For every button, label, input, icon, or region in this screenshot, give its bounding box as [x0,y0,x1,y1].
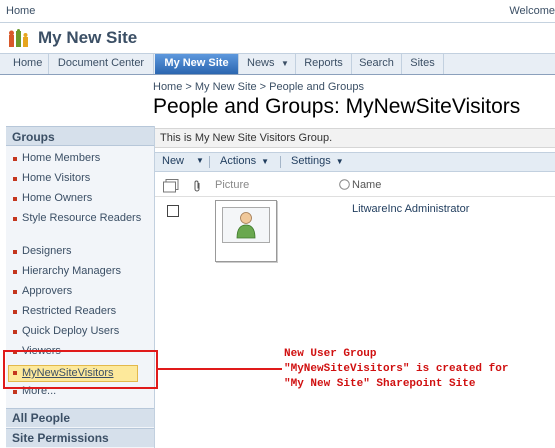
column-name[interactable]: Name [352,179,381,191]
user-name-link[interactable]: LitwareInc Administrator [352,203,469,215]
tab-sites[interactable]: Sites [402,54,444,74]
bullet-icon [13,197,17,201]
new-label: New [162,155,185,167]
tab-label: Search [359,57,394,69]
chevron-down-icon: ▼ [261,157,269,166]
ql-groups-header[interactable]: Groups [6,126,154,146]
tab-label: News [247,57,275,69]
tab-label: Document Center [57,57,145,69]
bullet-icon [13,157,17,161]
site-logo-icon [9,29,28,47]
bullet-icon [13,217,17,221]
ql-groups-title: Groups [12,130,55,144]
tab-label: Sites [410,57,435,69]
top-navigation: Home Document Center My New Site News ▼ R… [0,53,555,75]
annotation-line: "MyNewSiteVisitors" is created for [284,363,509,375]
top-bar: Home Welcome [0,0,555,23]
select-all-icon[interactable] [163,179,179,193]
new-menu-button[interactable]: New ▼ [162,155,204,167]
ql-item-label: Home Members [22,152,101,164]
ql-site-permissions[interactable]: Site Permissions [6,428,154,447]
tab-label: My New Site [164,57,229,69]
top-home-link[interactable]: Home [6,5,35,17]
bullet-icon [13,270,17,274]
ql-item-label: Restricted Readers [22,305,117,317]
actions-label: Actions [220,155,257,167]
bullet-icon [13,310,17,314]
user-placeholder-frame [222,207,270,243]
toolbar-divider [280,156,281,168]
annotation-text: New User Group "MyNewSiteVisitors" is cr… [284,347,508,392]
table-row: LitwareInc Administrator [153,200,555,264]
column-picture[interactable]: Picture [215,179,249,191]
annotation-line: New User Group [284,348,377,360]
ql-item-label: Quick Deploy Users [22,325,120,337]
tab-news[interactable]: News ▼ [239,54,296,74]
tab-label: Home [13,57,43,69]
sort-icon [339,179,350,190]
annotation-box [3,350,158,389]
column-header-row: Picture Name [153,176,555,197]
annotation-line: "My New Site" Sharepoint Site [284,378,476,390]
ql-item-label: Approvers [22,285,73,297]
site-header: My New Site [0,23,555,53]
tab-label: Reports [304,57,343,69]
bullet-icon [13,250,17,254]
chevron-down-icon: ▼ [335,157,344,166]
description-text: This is My New Site Visitors Group. [160,132,333,144]
actions-menu-button[interactable]: Actions ▼ [220,155,269,167]
chevron-down-icon: ▼ [281,59,289,68]
tab-document-center[interactable]: Document Center [49,54,154,74]
row-checkbox[interactable] [167,205,179,217]
toolbar-divider [209,156,210,168]
settings-label: Settings [291,155,331,167]
annotation-connector [158,368,282,370]
bullet-icon [13,177,17,181]
page-title: People and Groups: MyNewSiteVisitors [153,95,521,118]
tab-home[interactable]: Home [7,54,49,74]
group-description: This is My New Site Visitors Group. [153,128,555,148]
bullet-icon [13,330,17,334]
attachment-icon [194,180,200,192]
ql-item-label: Hierarchy Managers [22,265,122,277]
breadcrumb[interactable]: Home > My New Site > People and Groups [153,81,364,93]
ql-item-label: Home Owners [22,192,93,204]
chevron-down-icon: ▼ [196,156,204,165]
list-toolbar: New ▼ Actions ▼ Settings ▼ [153,152,555,172]
bullet-icon [13,390,17,394]
site-title[interactable]: My New Site [38,28,137,48]
ql-item-label: Home Visitors [22,172,91,184]
user-picture [215,200,277,262]
ql-item-label: Designers [22,245,72,257]
ql-all-people[interactable]: All People [6,408,154,427]
quick-launch: Groups Home Members Home Visitors Home O… [6,126,155,448]
bullet-icon [13,290,17,294]
ql-site-permissions-label: Site Permissions [12,431,109,445]
person-icon [236,212,256,239]
tab-search[interactable]: Search [352,54,402,74]
ql-item-label: Style Resource Readers [22,212,142,224]
ql-all-people-label: All People [12,411,71,425]
tab-reports[interactable]: Reports [296,54,352,74]
settings-menu-button[interactable]: Settings ▼ [291,155,344,167]
tab-my-new-site[interactable]: My New Site [155,54,239,74]
welcome-menu[interactable]: Welcome [509,5,555,17]
